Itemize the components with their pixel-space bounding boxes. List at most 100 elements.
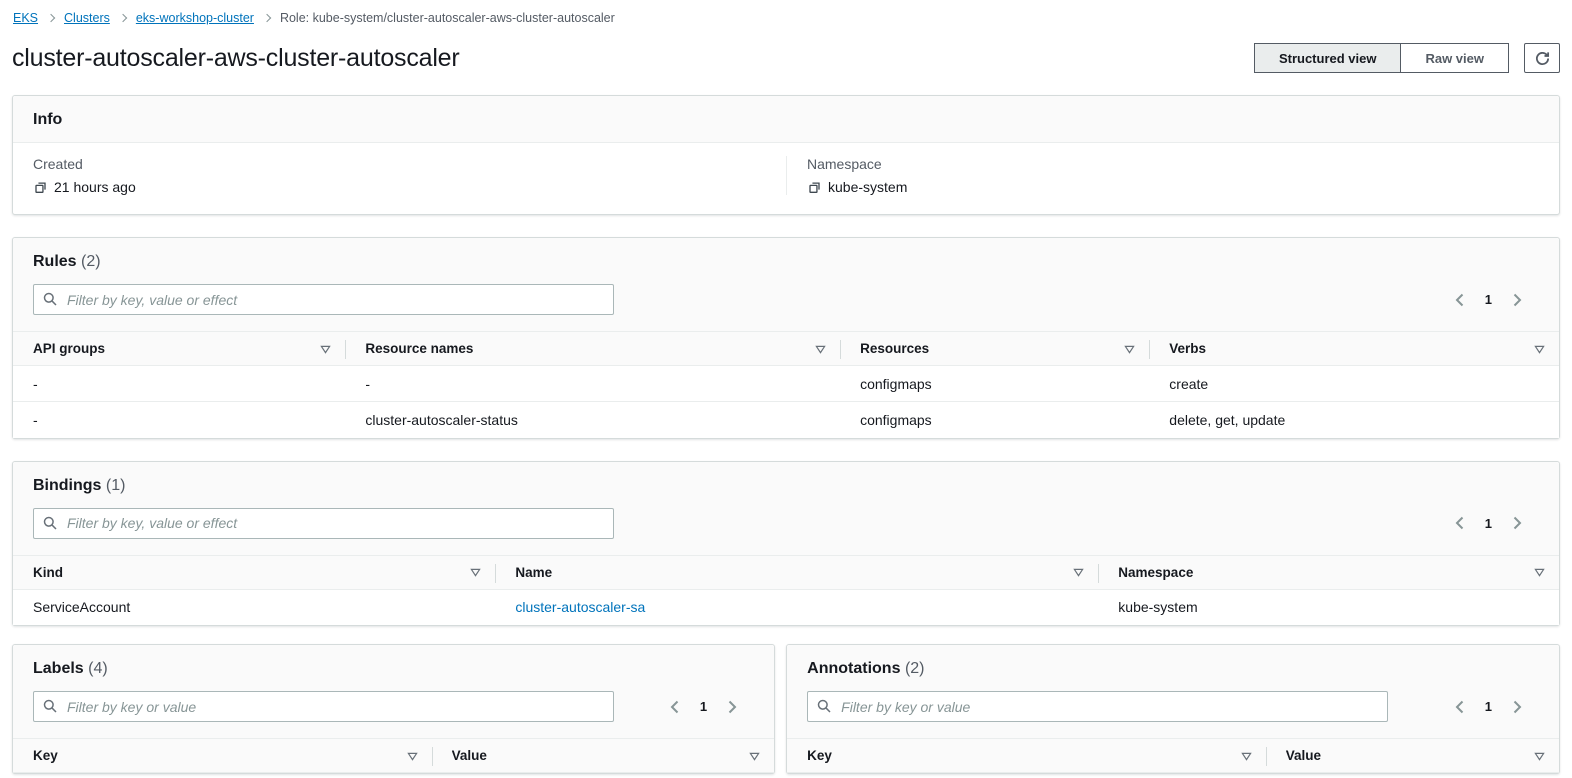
- next-page-button[interactable]: [1511, 698, 1524, 716]
- filter-triangle-icon[interactable]: [1534, 751, 1545, 761]
- rules-table: API groups Resource names Resources Verb…: [13, 332, 1559, 438]
- page-number[interactable]: 1: [1479, 515, 1498, 532]
- filter-triangle-icon[interactable]: [1534, 567, 1545, 577]
- filter-triangle-icon[interactable]: [815, 344, 826, 354]
- filter-triangle-icon[interactable]: [749, 751, 760, 761]
- cell-resource-names: cluster-autoscaler-status: [345, 402, 840, 438]
- cell-api-groups: -: [13, 402, 345, 438]
- labels-filter: [33, 691, 614, 722]
- annotations-filter-input[interactable]: [807, 691, 1388, 722]
- refresh-button[interactable]: [1524, 43, 1560, 73]
- filter-triangle-icon[interactable]: [320, 344, 331, 354]
- rules-filter: [33, 284, 614, 315]
- previous-page-button[interactable]: [668, 698, 681, 716]
- created-label: Created: [33, 156, 766, 172]
- info-field-created: Created 21 hours ago: [13, 156, 786, 195]
- binding-name-link[interactable]: cluster-autoscaler-sa: [515, 599, 645, 615]
- column-header-resources: Resources: [840, 332, 1149, 366]
- breadcrumb-current: Role: kube-system/cluster-autoscaler-aws…: [280, 11, 615, 25]
- filter-triangle-icon[interactable]: [470, 567, 481, 577]
- previous-page-button[interactable]: [1453, 291, 1466, 309]
- bindings-panel-header: Bindings (1) 1: [13, 462, 1559, 556]
- info-panel: Info Created 21 hours ago Namespace: [12, 95, 1560, 215]
- cell-name: cluster-autoscaler-sa: [495, 589, 1098, 625]
- info-panel-header: Info: [13, 96, 1559, 143]
- filter-triangle-icon[interactable]: [407, 751, 418, 761]
- rules-panel-title: Rules: [33, 253, 77, 270]
- column-header-key: Key: [787, 739, 1266, 773]
- structured-view-button[interactable]: Structured view: [1254, 43, 1402, 73]
- rules-filter-input[interactable]: [33, 284, 614, 315]
- labels-panel: Labels (4): [12, 644, 775, 774]
- column-header-namespace: Namespace: [1098, 556, 1559, 590]
- filter-triangle-icon[interactable]: [1073, 567, 1084, 577]
- bindings-filter: [33, 508, 614, 539]
- annotations-pagination: 1: [1453, 698, 1539, 716]
- labels-table: Key Value: [13, 739, 774, 773]
- page-number[interactable]: 1: [694, 698, 713, 715]
- next-page-button[interactable]: [1511, 514, 1524, 532]
- rules-panel-header: Rules (2) 1: [13, 238, 1559, 332]
- rules-table-row: - - configmaps create: [13, 366, 1559, 402]
- annotations-filter: [807, 691, 1388, 722]
- page-number[interactable]: 1: [1479, 291, 1498, 308]
- cell-resource-names: -: [345, 366, 840, 402]
- filter-triangle-icon[interactable]: [1124, 344, 1135, 354]
- rules-pagination: 1: [1453, 291, 1539, 309]
- breadcrumb-link-cluster[interactable]: eks-workshop-cluster: [136, 11, 254, 25]
- column-header-kind: Kind: [13, 556, 495, 590]
- cell-verbs: delete, get, update: [1149, 402, 1559, 438]
- header-actions: Structured view Raw view: [1254, 43, 1560, 73]
- cell-resources: configmaps: [840, 402, 1149, 438]
- copy-icon[interactable]: [33, 180, 48, 195]
- search-icon: [43, 699, 57, 718]
- search-icon: [43, 516, 57, 535]
- cell-api-groups: -: [13, 366, 345, 402]
- rules-table-row: - cluster-autoscaler-status configmaps d…: [13, 402, 1559, 438]
- filter-triangle-icon[interactable]: [1534, 344, 1545, 354]
- labels-filter-input[interactable]: [33, 691, 614, 722]
- raw-view-button[interactable]: Raw view: [1401, 43, 1509, 73]
- bindings-count: (1): [106, 477, 126, 494]
- breadcrumb: EKS Clusters eks-workshop-cluster Role: …: [12, 0, 1560, 25]
- refresh-icon: [1534, 50, 1551, 67]
- created-value: 21 hours ago: [54, 179, 136, 195]
- column-header-value: Value: [1266, 739, 1559, 773]
- column-header-value: Value: [432, 739, 775, 773]
- cell-kind: ServiceAccount: [13, 589, 495, 625]
- bindings-panel: Bindings (1) 1: [12, 461, 1560, 627]
- next-page-button[interactable]: [1511, 291, 1524, 309]
- labels-pagination: 1: [668, 698, 754, 716]
- eks-role-details-page: EKS Clusters eks-workshop-cluster Role: …: [0, 0, 1572, 774]
- cell-verbs: create: [1149, 366, 1559, 402]
- labels-annotations-row: Labels (4): [12, 644, 1560, 774]
- bindings-panel-title: Bindings: [33, 477, 101, 494]
- chevron-right-icon: [47, 14, 55, 22]
- page-number[interactable]: 1: [1479, 698, 1498, 715]
- next-page-button[interactable]: [726, 698, 739, 716]
- cell-resources: configmaps: [840, 366, 1149, 402]
- search-icon: [817, 699, 831, 718]
- column-header-verbs: Verbs: [1149, 332, 1559, 366]
- annotations-panel-title: Annotations: [807, 660, 900, 677]
- annotations-count: (2): [905, 660, 925, 677]
- page-header: cluster-autoscaler-aws-cluster-autoscale…: [12, 43, 1560, 73]
- previous-page-button[interactable]: [1453, 514, 1466, 532]
- copy-icon[interactable]: [807, 180, 822, 195]
- column-header-key: Key: [13, 739, 432, 773]
- bindings-filter-input[interactable]: [33, 508, 614, 539]
- filter-triangle-icon[interactable]: [1241, 751, 1252, 761]
- info-field-namespace: Namespace kube-system: [786, 156, 1559, 195]
- namespace-value: kube-system: [828, 179, 907, 195]
- breadcrumb-link-eks[interactable]: EKS: [13, 11, 38, 25]
- annotations-panel: Annotations (2): [786, 644, 1560, 774]
- bindings-table-row: ServiceAccount cluster-autoscaler-sa kub…: [13, 589, 1559, 625]
- bindings-pagination: 1: [1453, 514, 1539, 532]
- previous-page-button[interactable]: [1453, 698, 1466, 716]
- search-icon: [43, 292, 57, 311]
- breadcrumb-link-clusters[interactable]: Clusters: [64, 11, 110, 25]
- namespace-label: Namespace: [807, 156, 1539, 172]
- chevron-right-icon: [263, 14, 271, 22]
- labels-count: (4): [88, 660, 108, 677]
- cell-namespace: kube-system: [1098, 589, 1559, 625]
